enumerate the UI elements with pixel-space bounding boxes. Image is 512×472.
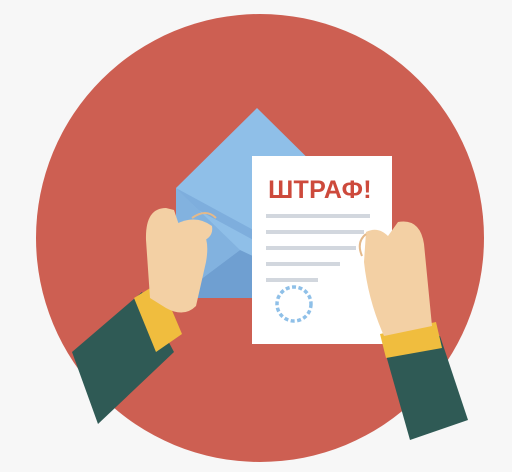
fine-letter-svg: ШТРАФ!	[36, 14, 484, 462]
seal-icon	[275, 285, 313, 323]
fine-illustration: ШТРАФ!	[0, 0, 512, 472]
document-title: ШТРАФ!	[268, 176, 372, 204]
